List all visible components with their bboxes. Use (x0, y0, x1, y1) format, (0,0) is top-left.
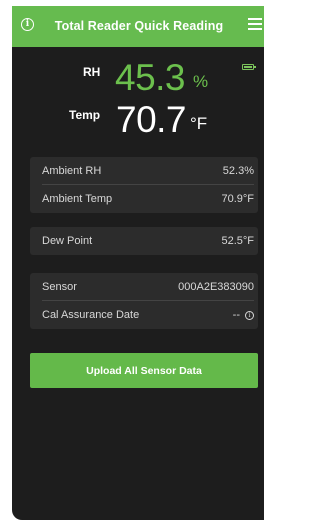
ambient-temp-value: 70.9°F (221, 193, 254, 205)
info-icon[interactable]: i (245, 311, 254, 320)
rh-unit: % (193, 72, 209, 91)
hamburger-menu-icon[interactable] (248, 18, 262, 31)
ambient-rh-label: Ambient RH (42, 165, 102, 177)
sensor-id-value: 000A2E383090 (178, 281, 254, 293)
battery-full-icon (242, 64, 256, 70)
cal-assurance-value-wrap: -- i (233, 309, 254, 321)
sensor-label: Sensor (42, 281, 77, 293)
ambient-rh-value: 52.3% (222, 165, 254, 177)
ambient-temp-label: Ambient Temp (42, 193, 113, 205)
sensor-card: Sensor 000A2E383090 Cal Assurance Date -… (30, 273, 258, 329)
ambient-rh-row: Ambient RH 52.3% (30, 157, 258, 185)
quick-reading-screen: i Total Reader Quick Reading RH 45.3 % T… (0, 0, 264, 527)
rh-label: RH (83, 65, 101, 79)
page-title: Total Reader Quick Reading (54, 19, 224, 33)
cal-assurance-value: -- (232, 309, 240, 321)
temp-unit: °F (190, 114, 208, 133)
ambient-card: Ambient RH 52.3% Ambient Temp 70.9°F (30, 157, 258, 213)
dew-point-label: Dew Point (42, 235, 93, 247)
menu-line (248, 23, 262, 25)
menu-line (248, 28, 262, 30)
cal-assurance-label: Cal Assurance Date (42, 309, 140, 321)
dew-point-card: Dew Point 52.5°F (30, 227, 258, 255)
temp-label: Temp (69, 108, 101, 122)
menu-line (248, 18, 262, 20)
upload-all-sensor-data-button[interactable]: Upload All Sensor Data (30, 353, 258, 388)
rh-value: 45.3 (115, 57, 186, 98)
temp-value: 70.7 (116, 99, 187, 140)
battery-level-fill (244, 66, 252, 68)
reading-panel: RH 45.3 % Temp 70.7 °F Ambient RH 52.3% … (12, 47, 264, 520)
dew-point-value: 52.5°F (221, 235, 254, 247)
info-icon[interactable]: i (21, 18, 34, 31)
sensor-row: Sensor 000A2E383090 (30, 273, 258, 301)
cal-assurance-row: Cal Assurance Date -- i (30, 301, 258, 329)
ambient-temp-row: Ambient Temp 70.9°F (30, 185, 258, 213)
dew-point-row: Dew Point 52.5°F (30, 227, 258, 255)
app-header: i Total Reader Quick Reading (12, 6, 264, 47)
